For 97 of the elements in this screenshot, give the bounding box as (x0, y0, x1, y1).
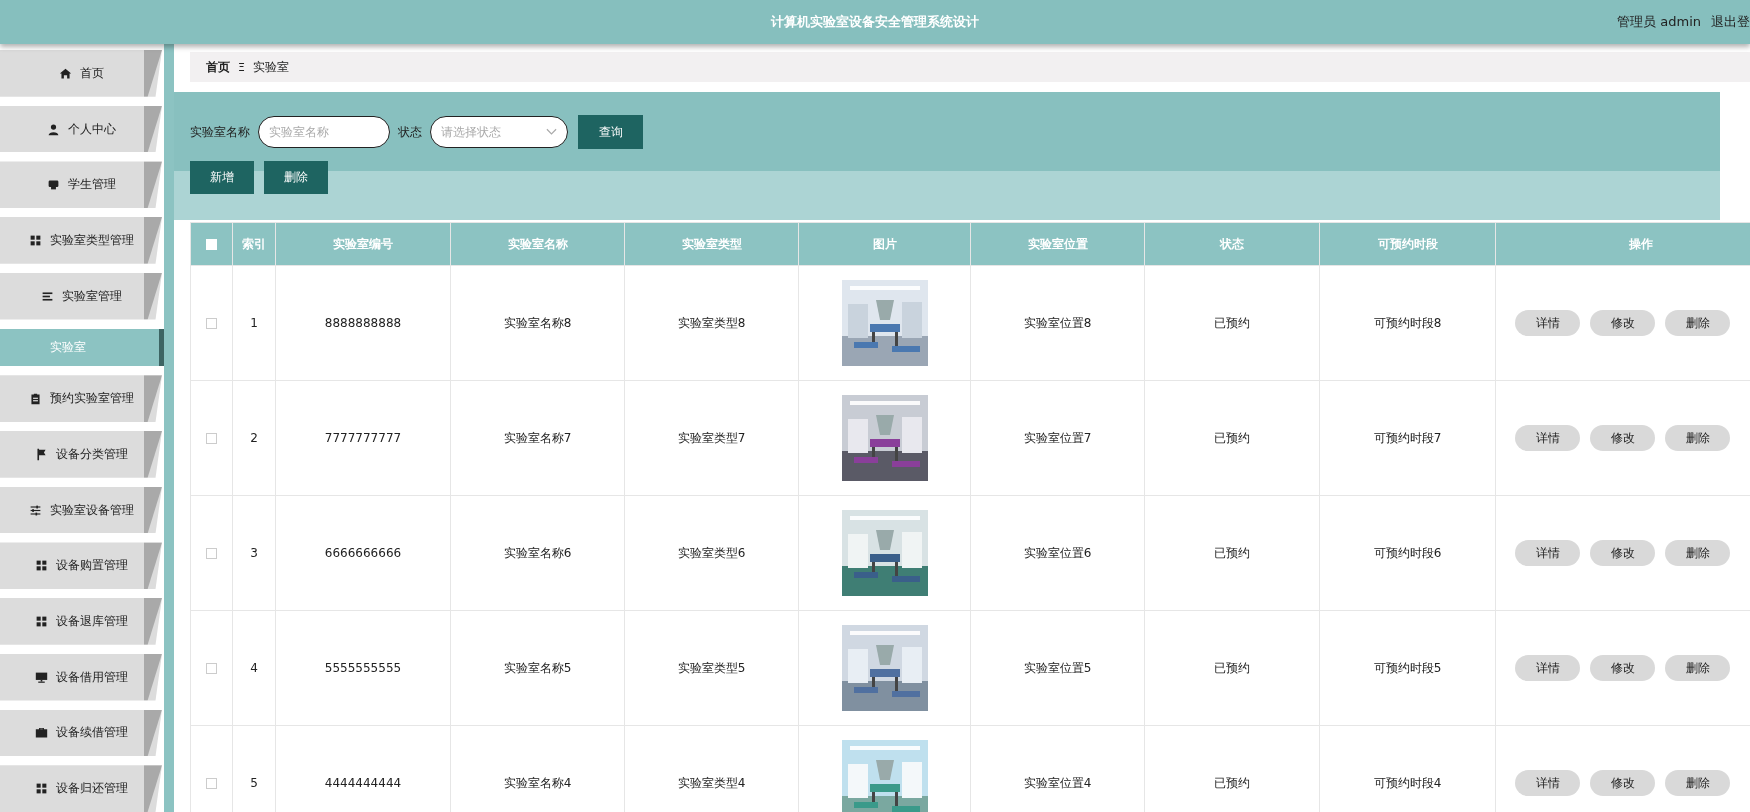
table-cell: 实验室名称7 (450, 380, 625, 496)
table-cell: 实验室类型6 (624, 495, 799, 611)
flag-icon (34, 447, 48, 461)
column-header: 可预约时段 (1319, 222, 1496, 266)
column-header: 状态 (1144, 222, 1320, 266)
list-icon (40, 289, 54, 303)
field-label: 实验室名称 (190, 123, 250, 141)
row-action-button[interactable]: 修改 (1590, 310, 1655, 336)
table-cell: 8888888888 (275, 265, 451, 381)
column-header: 实验室名称 (450, 222, 625, 266)
row-action-button[interactable]: 删除 (1665, 425, 1730, 451)
table-cell: 已预约 (1144, 495, 1320, 611)
row-action-button[interactable]: 详情 (1515, 310, 1580, 336)
grid-icon (34, 559, 48, 573)
column-header: 实验室编号 (275, 222, 451, 266)
row-checkbox[interactable] (206, 318, 217, 329)
select-all-checkbox[interactable] (206, 239, 217, 250)
sidebar-item[interactable]: 设备退库管理 (0, 598, 162, 645)
table-cell: 实验室名称5 (450, 610, 625, 726)
table-cell: 可预约时段6 (1319, 495, 1496, 611)
row-action-button[interactable]: 删除 (1665, 655, 1730, 681)
name-input-field[interactable]: 实验室名称 (258, 116, 390, 148)
breadcrumb-separator: Ξ (238, 60, 245, 74)
row-action-button[interactable]: 删除 (1665, 540, 1730, 566)
grid-icon (28, 233, 42, 247)
column-header: 索引 (232, 222, 276, 266)
sidebar-item[interactable]: 设备归还管理 (0, 765, 162, 812)
sidebar-item[interactable]: 学生管理 (0, 161, 162, 209)
table-cell: 6666666666 (275, 495, 451, 611)
row-checkbox[interactable] (206, 548, 217, 559)
action-button[interactable]: 新增 (190, 161, 254, 194)
table-cell: 5555555555 (275, 610, 451, 726)
table-cell: 实验室位置5 (970, 610, 1145, 726)
monitor-icon (34, 670, 48, 684)
row-checkbox[interactable] (206, 663, 217, 674)
column-header: 实验室类型 (624, 222, 799, 266)
row-action-button[interactable]: 修改 (1590, 770, 1655, 796)
table-cell: 7777777777 (275, 380, 451, 496)
row-action-button[interactable]: 详情 (1515, 770, 1580, 796)
row-action-button[interactable]: 删除 (1665, 310, 1730, 336)
table-cell: 4 (232, 610, 276, 726)
chevron-down-icon (546, 128, 557, 136)
table-cell: 实验室位置6 (970, 495, 1145, 611)
home-icon (58, 66, 72, 80)
sidebar-item[interactable]: 设备续借管理 (0, 709, 162, 757)
row-action-button[interactable]: 详情 (1515, 540, 1580, 566)
table-cell: 可预约时段5 (1319, 610, 1496, 726)
row-checkbox[interactable] (206, 778, 217, 789)
column-header: 实验室位置 (970, 222, 1145, 266)
table-cell: 实验室位置8 (970, 265, 1145, 381)
column-header: 操作 (1495, 222, 1750, 266)
row-action-button[interactable]: 删除 (1665, 770, 1730, 796)
logout-link[interactable]: 退出登 (1711, 13, 1750, 31)
table-cell: 实验室名称8 (450, 265, 625, 381)
sidebar-item[interactable]: 设备分类管理 (0, 431, 162, 478)
breadcrumb-current: 实验室 (252, 58, 289, 76)
row-checkbox[interactable] (206, 433, 217, 444)
table-cell: 已预约 (1144, 380, 1320, 496)
table-cell: 已预约 (1144, 610, 1320, 726)
sidebar-item[interactable]: 设备借用管理 (0, 653, 162, 701)
user-icon (46, 122, 60, 136)
grid-icon (34, 614, 48, 628)
sidebar-item[interactable]: 设备购置管理 (0, 542, 162, 590)
field-label: 状态 (398, 123, 422, 141)
action-button[interactable]: 删除 (264, 161, 328, 194)
breadcrumb-home[interactable]: 首页 (206, 58, 230, 76)
table-cell: 可预约时段8 (1319, 265, 1496, 381)
sidebar-item[interactable]: 预约实验室管理 (0, 375, 162, 422)
table-cell: 3 (232, 495, 276, 611)
sidebar-item[interactable]: 实验室类型管理 (0, 217, 162, 264)
table-cell: 实验室类型8 (624, 265, 799, 381)
table-cell: 实验室位置7 (970, 380, 1145, 496)
app-title: 计算机实验室设备安全管理系统设计 (771, 13, 979, 31)
sidebar-item[interactable]: 个人中心 (0, 105, 162, 153)
row-action-button[interactable]: 修改 (1590, 655, 1655, 681)
table-cell: 实验室类型7 (624, 380, 799, 496)
user-label: 管理员 admin (1617, 13, 1701, 31)
sliders-icon (28, 503, 42, 517)
row-action-button[interactable]: 详情 (1515, 425, 1580, 451)
table-cell: 实验室类型5 (624, 610, 799, 726)
table-cell: 1 (232, 265, 276, 381)
column-header: 图片 (798, 222, 971, 266)
sidebar-item[interactable]: 首页 (0, 50, 162, 97)
row-action-button[interactable]: 详情 (1515, 655, 1580, 681)
printer-icon (46, 178, 60, 192)
row-action-button[interactable]: 修改 (1590, 425, 1655, 451)
sidebar-item[interactable]: 实验室管理 (0, 272, 162, 320)
table-cell: 2 (232, 380, 276, 496)
grid-icon (34, 782, 48, 796)
briefcase-icon (34, 726, 48, 740)
sidebar-item[interactable]: 实验室设备管理 (0, 486, 162, 534)
query-button[interactable]: 查询 (578, 115, 643, 149)
table-cell: 可预约时段7 (1319, 380, 1496, 496)
row-action-button[interactable]: 修改 (1590, 540, 1655, 566)
table-cell: 已预约 (1144, 265, 1320, 381)
clipboard-icon (28, 392, 42, 406)
table-cell: 实验室名称6 (450, 495, 625, 611)
